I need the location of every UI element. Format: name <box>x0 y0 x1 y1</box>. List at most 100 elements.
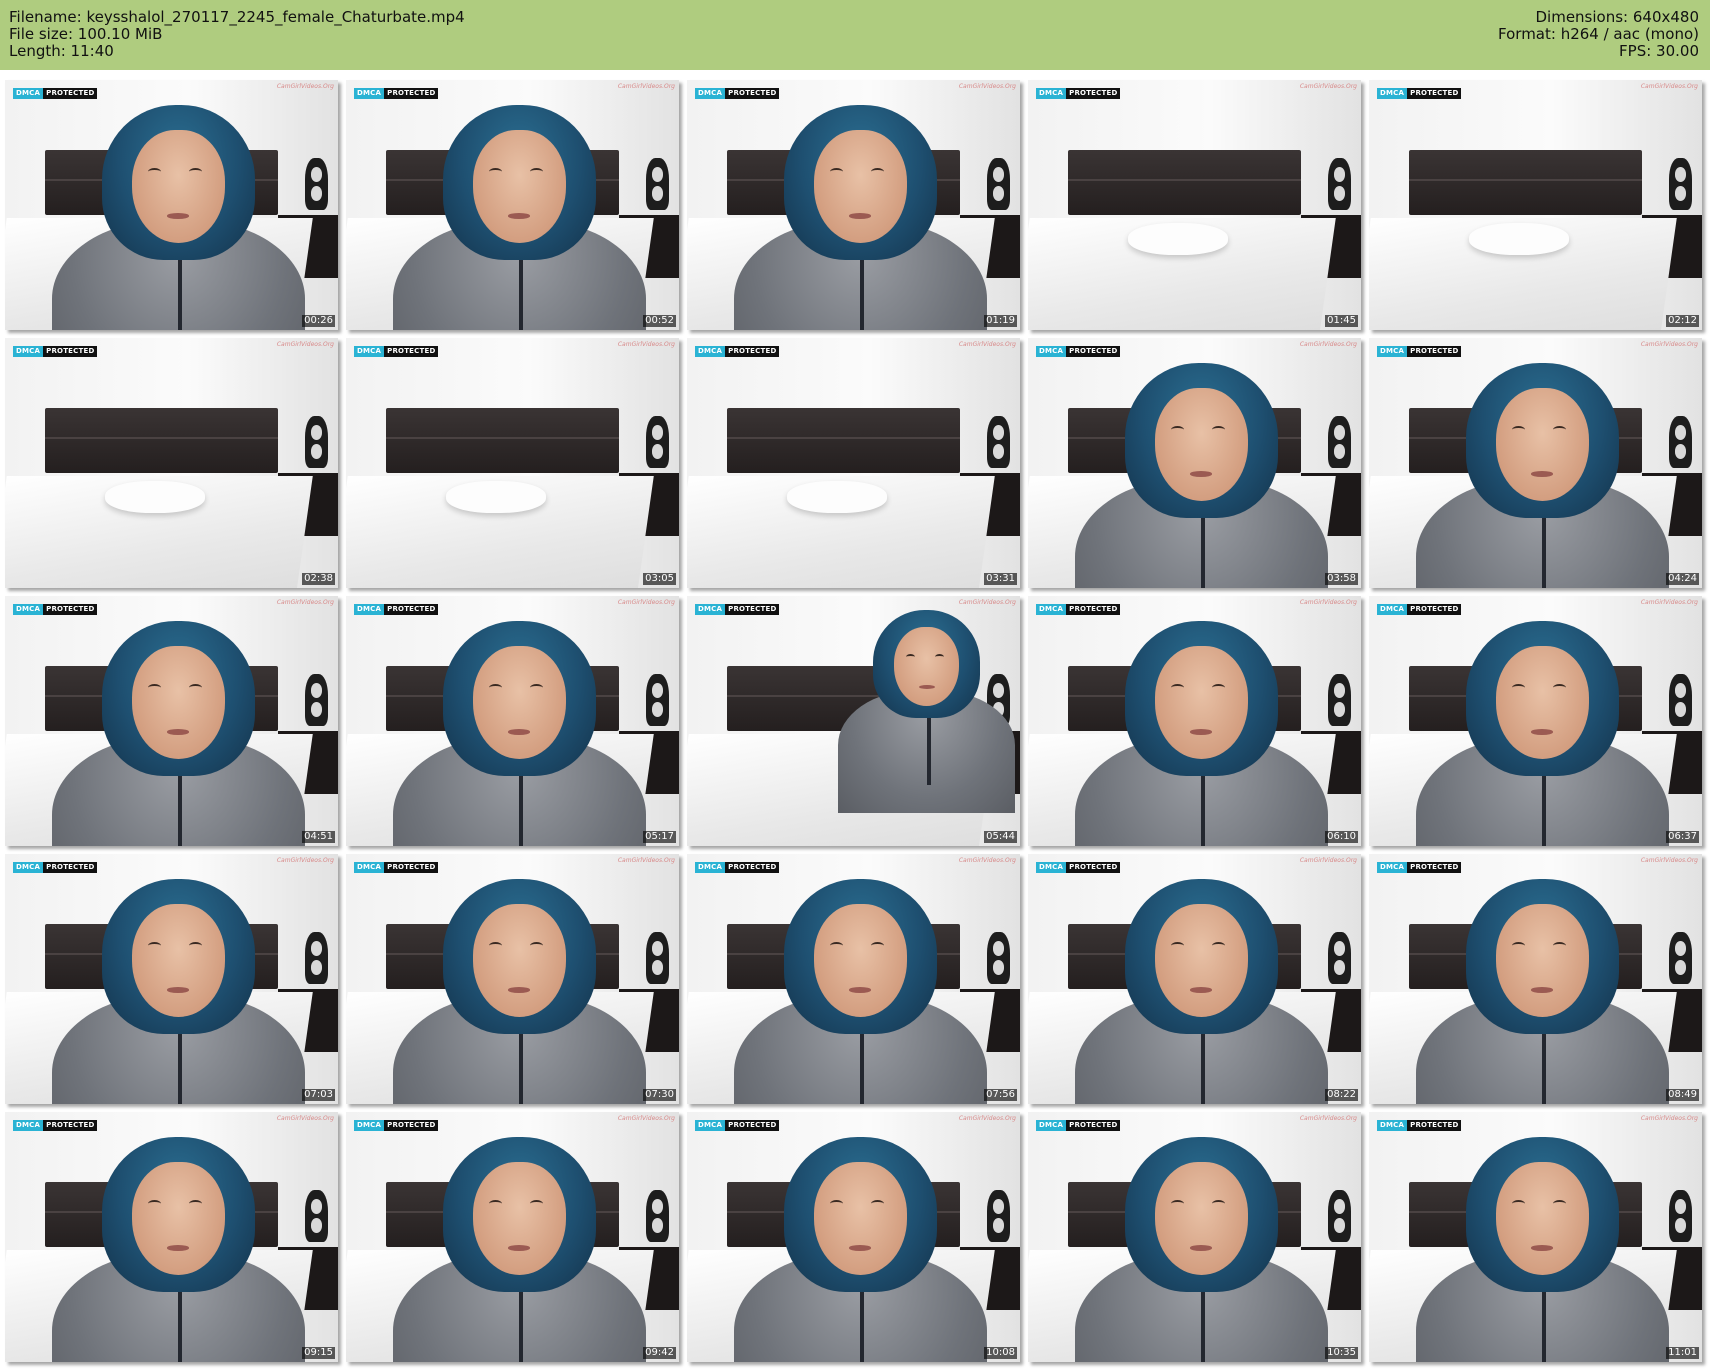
dmca-badge: DMCA PROTECTED <box>13 88 98 99</box>
watermark: CamGirlVideos.Org <box>276 83 334 90</box>
video-thumbnail[interactable]: DMCA PROTECTED CamGirlVideos.Org 02:38 <box>5 338 338 588</box>
dmca-badge-left: DMCA <box>695 346 726 357</box>
face <box>1154 904 1248 1017</box>
person <box>1369 1112 1702 1362</box>
timestamp: 03:58 <box>1325 573 1358 585</box>
video-thumbnail[interactable]: DMCA PROTECTED CamGirlVideos.Org 04:24 <box>1369 338 1702 588</box>
video-thumbnail[interactable]: DMCA PROTECTED CamGirlVideos.Org 01:19 <box>687 80 1020 330</box>
right-eye <box>871 942 885 950</box>
dmca-badge-left: DMCA <box>695 1120 726 1131</box>
dmca-badge-right: PROTECTED <box>725 1120 780 1131</box>
right-eye <box>1212 1200 1226 1208</box>
hoodie-zipper <box>519 771 524 846</box>
dmca-badge: DMCA PROTECTED <box>695 604 780 615</box>
watermark: CamGirlVideos.Org <box>958 1115 1016 1122</box>
watermark: CamGirlVideos.Org <box>1640 857 1698 864</box>
dmca-badge: DMCA PROTECTED <box>695 346 780 357</box>
hoodie-zipper <box>1201 771 1206 846</box>
mouth <box>507 729 531 735</box>
watermark: CamGirlVideos.Org <box>617 83 675 90</box>
mouth <box>1530 471 1554 477</box>
headboard <box>385 408 620 473</box>
video-thumbnail[interactable]: DMCA PROTECTED CamGirlVideos.Org 08:49 <box>1369 854 1702 1104</box>
dmca-badge: DMCA PROTECTED <box>1036 862 1121 873</box>
video-thumbnail[interactable]: DMCA PROTECTED CamGirlVideos.Org 09:42 <box>346 1112 679 1362</box>
video-thumbnail[interactable]: DMCA PROTECTED CamGirlVideos.Org 00:26 <box>5 80 338 330</box>
video-thumbnail[interactable]: DMCA PROTECTED CamGirlVideos.Org 06:37 <box>1369 596 1702 846</box>
dmca-badge-left: DMCA <box>1377 1120 1408 1131</box>
watermark: CamGirlVideos.Org <box>276 1115 334 1122</box>
timestamp: 02:38 <box>302 573 335 585</box>
dmca-badge: DMCA PROTECTED <box>1377 1120 1462 1131</box>
hoodie-zipper <box>178 255 183 330</box>
hoodie-zipper <box>1201 1029 1206 1104</box>
dmca-badge: DMCA PROTECTED <box>1377 604 1462 615</box>
dmca-badge: DMCA PROTECTED <box>354 346 439 357</box>
watermark: CamGirlVideos.Org <box>1640 341 1698 348</box>
mouth <box>507 1245 531 1251</box>
dmca-badge: DMCA PROTECTED <box>354 88 439 99</box>
speaker-icon <box>645 415 669 468</box>
timestamp: 09:42 <box>643 1347 676 1359</box>
headboard <box>1408 150 1643 215</box>
face <box>1154 1162 1248 1275</box>
video-thumbnail[interactable]: DMCA PROTECTED CamGirlVideos.Org 10:35 <box>1028 1112 1361 1362</box>
mouth <box>1189 729 1213 735</box>
watermark: CamGirlVideos.Org <box>1640 599 1698 606</box>
dmca-badge-left: DMCA <box>1036 604 1067 615</box>
timestamp: 11:01 <box>1666 1347 1699 1359</box>
dmca-badge: DMCA PROTECTED <box>695 862 780 873</box>
timestamp: 06:37 <box>1666 831 1699 843</box>
timestamp: 00:26 <box>302 315 335 327</box>
dmca-badge-right: PROTECTED <box>384 862 439 873</box>
left-eye <box>1512 942 1526 950</box>
dmca-badge: DMCA PROTECTED <box>1036 88 1121 99</box>
hoodie-zipper <box>178 1029 183 1104</box>
video-thumbnail[interactable]: DMCA PROTECTED CamGirlVideos.Org 07:30 <box>346 854 679 1104</box>
dmca-badge-left: DMCA <box>354 862 385 873</box>
video-thumbnail[interactable]: DMCA PROTECTED CamGirlVideos.Org 07:03 <box>5 854 338 1104</box>
video-thumbnail[interactable]: DMCA PROTECTED CamGirlVideos.Org 11:01 <box>1369 1112 1702 1362</box>
person <box>1369 338 1702 588</box>
video-thumbnail[interactable]: DMCA PROTECTED CamGirlVideos.Org 09:15 <box>5 1112 338 1362</box>
hoodie-zipper <box>926 714 931 785</box>
video-thumbnail[interactable]: DMCA PROTECTED CamGirlVideos.Org 10:08 <box>687 1112 1020 1362</box>
person <box>1028 596 1361 846</box>
hoodie-zipper <box>1201 513 1206 588</box>
dmca-badge: DMCA PROTECTED <box>13 604 98 615</box>
person <box>346 854 679 1104</box>
right-eye <box>189 684 203 692</box>
video-thumbnail[interactable]: DMCA PROTECTED CamGirlVideos.Org 01:45 <box>1028 80 1361 330</box>
video-thumbnail[interactable]: DMCA PROTECTED CamGirlVideos.Org 03:31 <box>687 338 1020 588</box>
video-thumbnail[interactable]: DMCA PROTECTED CamGirlVideos.Org 07:56 <box>687 854 1020 1104</box>
dmca-badge: DMCA PROTECTED <box>1377 862 1462 873</box>
dmca-badge-right: PROTECTED <box>725 346 780 357</box>
video-thumbnail[interactable]: DMCA PROTECTED CamGirlVideos.Org 02:12 <box>1369 80 1702 330</box>
dmca-badge-right: PROTECTED <box>384 1120 439 1131</box>
video-thumbnail[interactable]: DMCA PROTECTED CamGirlVideos.Org 00:52 <box>346 80 679 330</box>
hoodie-zipper <box>1542 1029 1547 1104</box>
left-eye <box>905 653 915 660</box>
mouth <box>918 685 935 690</box>
left-eye <box>148 684 162 692</box>
dmca-badge-left: DMCA <box>13 88 44 99</box>
hoodie-zipper <box>178 771 183 846</box>
dmca-badge-right: PROTECTED <box>1066 1120 1121 1131</box>
person <box>5 80 338 330</box>
video-thumbnail[interactable]: DMCA PROTECTED CamGirlVideos.Org 06:10 <box>1028 596 1361 846</box>
dmca-badge-left: DMCA <box>13 1120 44 1131</box>
video-thumbnail[interactable]: DMCA PROTECTED CamGirlVideos.Org 05:44 <box>687 596 1020 846</box>
right-eye <box>1553 684 1567 692</box>
video-thumbnail[interactable]: DMCA PROTECTED CamGirlVideos.Org 03:05 <box>346 338 679 588</box>
watermark: CamGirlVideos.Org <box>958 341 1016 348</box>
video-thumbnail[interactable]: DMCA PROTECTED CamGirlVideos.Org 05:17 <box>346 596 679 846</box>
dmca-badge: DMCA PROTECTED <box>1036 346 1121 357</box>
mouth <box>166 987 190 993</box>
video-thumbnail[interactable]: DMCA PROTECTED CamGirlVideos.Org 04:51 <box>5 596 338 846</box>
person <box>1369 596 1702 846</box>
video-thumbnail[interactable]: DMCA PROTECTED CamGirlVideos.Org 08:22 <box>1028 854 1361 1104</box>
person <box>687 854 1020 1104</box>
left-eye <box>830 942 844 950</box>
timestamp: 07:03 <box>302 1089 335 1101</box>
video-thumbnail[interactable]: DMCA PROTECTED CamGirlVideos.Org 03:58 <box>1028 338 1361 588</box>
